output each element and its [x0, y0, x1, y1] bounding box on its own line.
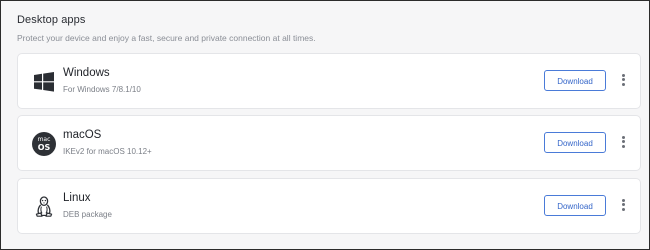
- download-button-windows[interactable]: Download: [544, 70, 606, 91]
- app-name-macos: macOS: [63, 129, 102, 141]
- desktop-apps-panel: Desktop apps Protect your device and enj…: [0, 0, 650, 250]
- app-card-macos: mac OS macOS IKEv2 for macOS 10.12+ Down…: [17, 115, 641, 171]
- section-title: Desktop apps: [17, 14, 86, 26]
- windows-icon: [32, 70, 56, 94]
- app-card-linux: Linux DEB package Download: [17, 178, 641, 234]
- macos-badge-bottom: OS: [37, 143, 51, 152]
- app-name-windows: Windows: [63, 67, 110, 79]
- app-card-windows: Windows For Windows 7/8.1/10 Download: [17, 53, 641, 109]
- more-options-icon[interactable]: [618, 72, 628, 90]
- macos-badge-top: mac: [37, 136, 51, 143]
- app-description-linux: DEB package: [63, 210, 112, 219]
- macos-icon: mac OS: [32, 132, 56, 156]
- app-description-windows: For Windows 7/8.1/10: [63, 85, 141, 94]
- app-name-linux: Linux: [63, 192, 91, 204]
- more-options-icon[interactable]: [618, 197, 628, 215]
- app-description-macos: IKEv2 for macOS 10.12+: [63, 147, 152, 156]
- download-button-linux[interactable]: Download: [544, 195, 606, 216]
- section-subtitle: Protect your device and enjoy a fast, se…: [17, 33, 316, 43]
- linux-tux-icon: [32, 195, 56, 219]
- download-button-macos[interactable]: Download: [544, 132, 606, 153]
- more-options-icon[interactable]: [618, 134, 628, 152]
